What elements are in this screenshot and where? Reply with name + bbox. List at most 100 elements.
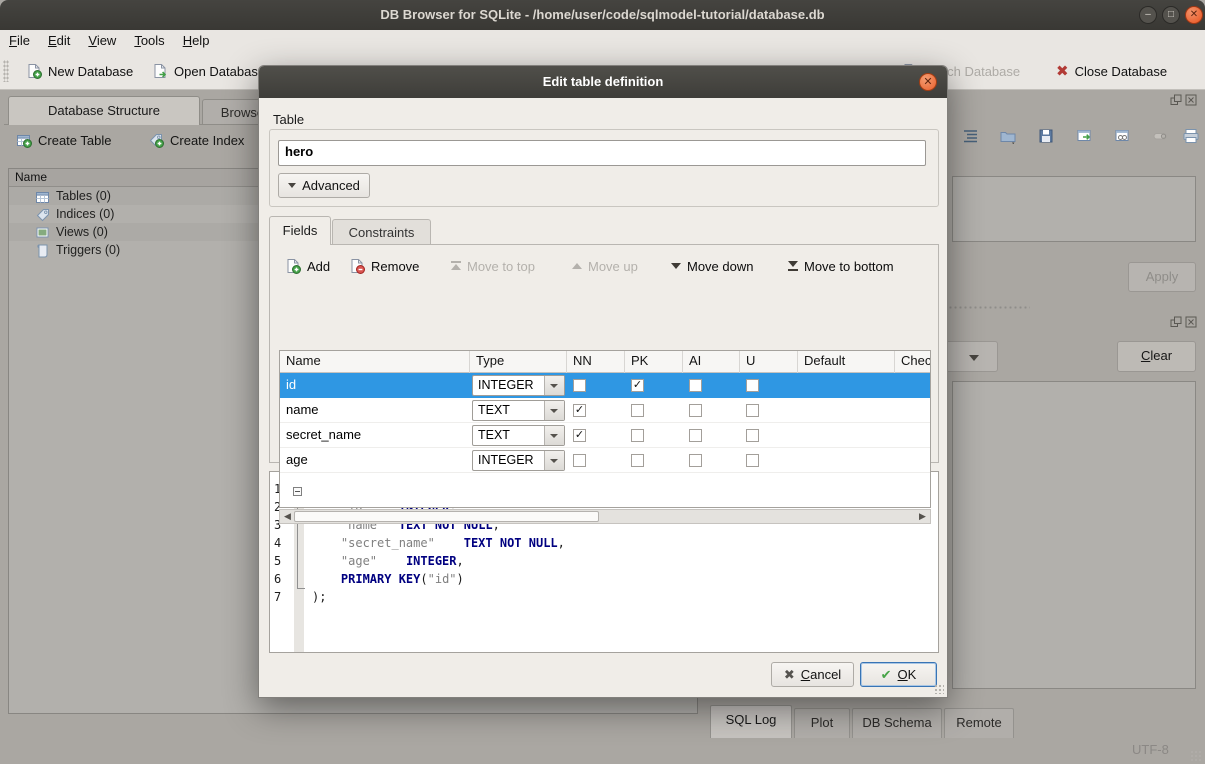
remove-field-button[interactable]: Remove [349, 253, 419, 279]
line-number: 7 [270, 588, 290, 606]
open-database-button[interactable]: Open Database [152, 58, 265, 84]
field-row-name[interactable]: nameTEXT [280, 398, 931, 423]
fields-pane: Add Remove Move to top Move up Move down… [269, 244, 939, 463]
checkbox-u[interactable] [746, 404, 759, 417]
chevron-down-icon [544, 426, 564, 445]
tab-database-structure[interactable]: Database Structure [8, 96, 200, 125]
column-header-check[interactable]: Check [895, 351, 931, 373]
sql-line: 7); [270, 588, 938, 606]
scroll-right-icon[interactable]: ▶ [916, 511, 929, 522]
checkbox-pk[interactable] [631, 379, 644, 392]
cell-popout-icon[interactable] [1076, 128, 1094, 144]
create-table-button[interactable]: Create Table [16, 132, 111, 148]
new-database-icon [26, 63, 42, 79]
field-row-id[interactable]: idINTEGER [280, 373, 931, 398]
scroll-left-icon[interactable]: ◀ [281, 511, 294, 522]
field-name: secret_name [286, 427, 361, 442]
sql-log-box[interactable] [952, 381, 1196, 689]
column-header-type[interactable]: Type [470, 351, 567, 373]
trigger-icon [35, 243, 50, 258]
checkbox-pk[interactable] [631, 404, 644, 417]
column-header-name[interactable]: Name [280, 351, 470, 373]
sql-line: 6 PRIMARY KEY("id") [270, 570, 938, 588]
dialog-resize-grip[interactable] [934, 684, 944, 694]
minimize-icon[interactable]: – [1139, 6, 1157, 24]
checkbox-nn[interactable] [573, 454, 586, 467]
field-type-dropdown[interactable]: INTEGER [472, 375, 565, 396]
menu-edit[interactable]: Edit [39, 30, 79, 51]
column-header-ai[interactable]: AI [683, 351, 740, 373]
checkbox-nn[interactable] [573, 404, 586, 417]
menu-tools[interactable]: Tools [125, 30, 173, 51]
move-down-button[interactable]: Move down [671, 253, 753, 279]
field-type-dropdown[interactable]: TEXT [472, 425, 565, 446]
dock-float-icon[interactable] [1170, 94, 1182, 106]
ok-button[interactable]: ✔ OK [860, 662, 937, 687]
chevron-down-icon [544, 376, 564, 395]
dock-close-icon[interactable] [1185, 316, 1197, 328]
chevron-down-icon [288, 183, 296, 188]
view-icon [35, 225, 50, 240]
column-header-pk[interactable]: PK [625, 351, 683, 373]
table-name-input[interactable]: hero [278, 140, 926, 166]
move-to-bottom-button[interactable]: Move to bottom [788, 253, 894, 279]
checkbox-u[interactable] [746, 379, 759, 392]
menu-view[interactable]: View [79, 30, 125, 51]
new-database-button[interactable]: New Database [26, 58, 133, 84]
checkbox-ai[interactable] [689, 454, 702, 467]
fields-table: NameTypeNNPKAIUDefaultCheck idINTEGERnam… [279, 350, 931, 508]
field-row-age[interactable]: ageINTEGER [280, 448, 931, 473]
bottom-tab-db-schema[interactable]: DB Schema [852, 708, 942, 738]
checkbox-nn[interactable] [573, 379, 586, 392]
move-down-icon [671, 261, 681, 271]
column-header-nn[interactable]: NN [567, 351, 625, 373]
cell-link-icon[interactable] [1114, 128, 1132, 144]
bottom-tab-remote[interactable]: Remote [944, 708, 1014, 738]
tab-fields[interactable]: Fields [269, 216, 331, 245]
column-header-default[interactable]: Default [798, 351, 895, 373]
window-resize-grip[interactable] [1190, 750, 1201, 761]
column-header-u[interactable]: U [740, 351, 798, 373]
field-type-dropdown[interactable]: INTEGER [472, 450, 565, 471]
menu-help[interactable]: Help [174, 30, 219, 51]
cell-text-mode-icon[interactable] [962, 128, 980, 144]
bottom-tab-plot[interactable]: Plot [794, 708, 850, 738]
splitter-handle[interactable] [948, 305, 1030, 310]
checkbox-ai[interactable] [689, 429, 702, 442]
cancel-button[interactable]: ✖ Cancel [771, 662, 854, 687]
advanced-button[interactable]: Advanced [278, 173, 370, 198]
field-row-secret_name[interactable]: secret_name TEXT [280, 423, 931, 448]
cell-set-null-icon[interactable] [1152, 128, 1170, 144]
cell-export-icon[interactable] [1038, 128, 1056, 144]
menu-file[interactable]: File [0, 30, 39, 51]
cell-import-icon[interactable] [999, 128, 1019, 144]
add-field-button[interactable]: Add [285, 253, 330, 279]
dialog-close-icon[interactable]: ✕ [919, 73, 937, 91]
scrollbar-thumb[interactable] [294, 511, 599, 522]
tab-constraints[interactable]: Constraints [332, 219, 431, 245]
checkbox-u[interactable] [746, 429, 759, 442]
checkbox-nn[interactable] [573, 429, 586, 442]
maximize-icon[interactable]: □ [1162, 6, 1180, 24]
field-type-dropdown[interactable]: TEXT [472, 400, 565, 421]
edit-cell-box[interactable] [952, 176, 1196, 242]
checkbox-pk[interactable] [631, 429, 644, 442]
cell-print-icon[interactable] [1182, 128, 1200, 144]
dock-float-icon[interactable] [1170, 316, 1182, 328]
bottom-tab-sql-log[interactable]: SQL Log [710, 705, 792, 738]
checkbox-u[interactable] [746, 454, 759, 467]
toolbar-grip[interactable] [3, 60, 9, 82]
encoding-indicator: UTF-8 [1132, 742, 1169, 757]
fields-hscrollbar[interactable]: ◀ ▶ [279, 509, 931, 524]
open-database-icon [152, 63, 168, 79]
checkbox-ai[interactable] [689, 379, 702, 392]
dock-close-icon[interactable] [1185, 94, 1197, 106]
dialog-titlebar[interactable]: Edit table definition ✕ [259, 66, 947, 98]
close-database-button[interactable]: ✖ Close Database [1056, 58, 1167, 84]
clear-button[interactable]: Clear [1117, 341, 1196, 372]
close-icon[interactable]: ✕ [1185, 6, 1203, 24]
checkbox-pk[interactable] [631, 454, 644, 467]
create-index-button[interactable]: Create Index [148, 132, 244, 148]
checkbox-ai[interactable] [689, 404, 702, 417]
fold-collapse-icon[interactable] [293, 487, 302, 496]
